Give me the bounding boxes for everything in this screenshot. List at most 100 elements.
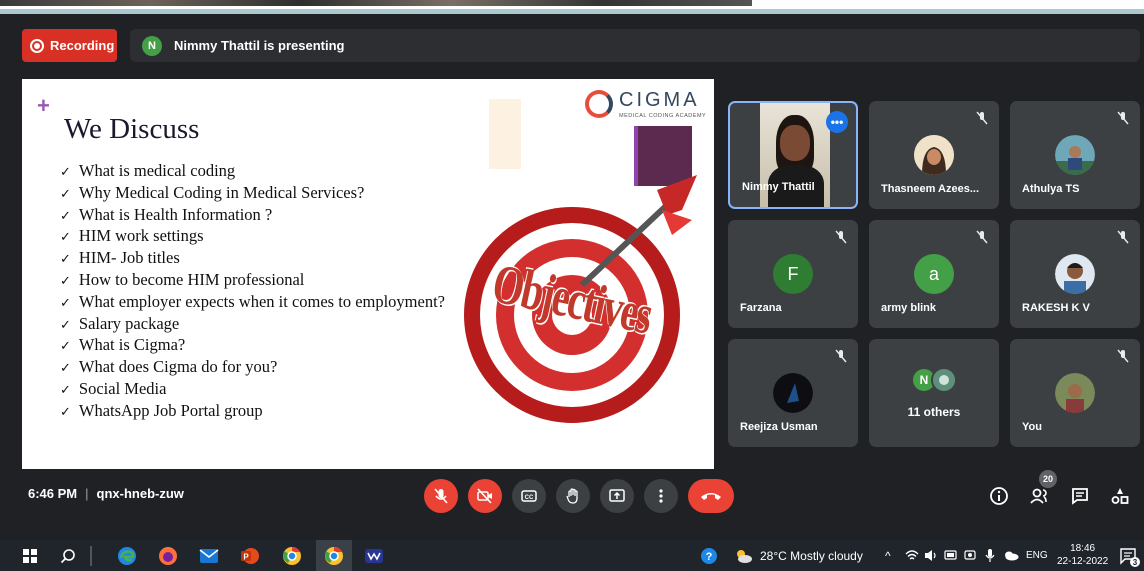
raise-hand-button[interactable]	[556, 479, 590, 513]
taskbar-powerpoint[interactable]: P	[240, 546, 260, 566]
svg-text:CC: CC	[525, 495, 534, 501]
taskbar-search-button[interactable]	[58, 546, 78, 566]
slide-topic: What is medical coding	[60, 161, 445, 183]
meeting-code: qnx-hneb-zuw	[96, 486, 184, 501]
plus-decoration-icon: +	[37, 93, 50, 118]
taskbar-mail[interactable]	[199, 546, 219, 566]
wifi-icon[interactable]	[905, 549, 919, 562]
participant-tile-thasneem[interactable]: Thasneem Azees...	[869, 101, 999, 209]
volume-icon[interactable]	[924, 549, 938, 562]
meeting-details-button[interactable]	[987, 484, 1011, 508]
camera-tray-icon[interactable]	[964, 549, 976, 562]
taskbar-chrome-active[interactable]	[316, 540, 352, 571]
more-vert-icon	[659, 489, 663, 503]
microphone-tray-icon[interactable]	[984, 548, 996, 563]
meeting-info-separator: |	[85, 486, 89, 501]
slide-topic: WhatsApp Job Portal group	[60, 401, 445, 423]
people-icon	[1030, 488, 1047, 504]
language-indicator[interactable]: ENG	[1026, 550, 1048, 561]
top-photo-strip	[0, 0, 752, 6]
taskbar-firefox[interactable]	[158, 546, 178, 566]
others-avatar-stack: N	[911, 367, 957, 393]
slide-topic: Salary package	[60, 314, 445, 336]
more-options-button[interactable]	[644, 479, 678, 513]
weather-tray-icon[interactable]	[733, 546, 753, 566]
taskbar-app[interactable]	[364, 546, 384, 566]
recording-label: Recording	[50, 38, 115, 53]
more-options-icon[interactable]: •••	[826, 111, 848, 133]
raise-hand-icon	[566, 488, 578, 504]
participant-name: Athulya TS	[1022, 183, 1080, 195]
leave-call-button[interactable]	[688, 479, 734, 513]
presenter-avatar: N	[142, 35, 162, 56]
windows-taskbar: P ? 28°C Mostly cloudy ^ ENG 18:46 22-12…	[0, 540, 1144, 571]
participant-tile-you[interactable]: You	[1010, 339, 1140, 447]
camera-off-icon	[477, 488, 492, 504]
cigma-logo: CIGMA MEDICAL CODING ACADEMY	[585, 89, 709, 129]
taskbar-clock[interactable]: 18:46 22-12-2022	[1057, 542, 1108, 568]
participant-tile-others[interactable]: N 11 others	[869, 339, 999, 447]
meeting-info: 6:46 PM | qnx-hneb-zuw	[28, 486, 184, 501]
onedrive-icon[interactable]	[1003, 550, 1019, 561]
notification-center-button[interactable]: 3	[1118, 546, 1140, 567]
camera-toggle-button[interactable]	[468, 479, 502, 513]
participant-tile-nimmy[interactable]: ••• Nimmy Thattil	[728, 101, 858, 209]
mic-off-icon	[1117, 111, 1129, 125]
captions-button[interactable]: CC	[512, 479, 546, 513]
edge-icon	[118, 547, 136, 565]
info-icon	[990, 487, 1008, 505]
powerpoint-icon: P	[241, 548, 259, 564]
chat-button[interactable]	[1068, 484, 1092, 508]
taskbar-chrome[interactable]	[282, 546, 302, 566]
participant-tile-army-blink[interactable]: a army blink	[869, 220, 999, 328]
participant-photo	[1055, 373, 1095, 413]
slide-topic: What is Cigma?	[60, 335, 445, 357]
meeting-control-bar: 6:46 PM | qnx-hneb-zuw CC 20	[0, 470, 1144, 526]
taskbar-divider	[90, 546, 92, 566]
chrome-icon	[283, 547, 301, 565]
presenting-banner: N Nimmy Thattil is presenting	[130, 29, 1140, 62]
participant-tile-farzana[interactable]: F Farzana	[728, 220, 858, 328]
cigma-logo-name: CIGMA	[619, 89, 700, 111]
participant-photo	[1055, 135, 1095, 175]
help-tray-icon[interactable]: ?	[699, 546, 719, 566]
clock-time: 18:46	[1070, 543, 1096, 554]
clock-date: 22-12-2022	[1057, 556, 1109, 567]
participant-name: You	[1022, 421, 1042, 433]
mic-off-icon	[976, 111, 988, 125]
mic-off-icon	[835, 230, 847, 244]
mic-off-icon	[434, 488, 448, 504]
participant-name: Thasneem Azees...	[881, 183, 980, 195]
slide-decoration-block	[489, 99, 521, 169]
objectives-target-graphic: Objectives	[462, 165, 702, 425]
present-screen-button[interactable]	[600, 479, 634, 513]
participant-photo	[914, 135, 954, 175]
weather-text[interactable]: 28°C Mostly cloudy	[760, 549, 863, 563]
svg-text:?: ?	[706, 551, 713, 563]
activities-button[interactable]	[1108, 484, 1132, 508]
participant-tile-rakesh[interactable]: RAKESH K V	[1010, 220, 1140, 328]
record-icon	[30, 38, 44, 53]
participant-photo	[1055, 254, 1095, 294]
participant-name: Nimmy Thattil	[742, 181, 815, 193]
windows-start-button[interactable]	[20, 546, 40, 566]
meet-window: Recording N Nimmy Thattil is presenting …	[0, 14, 1144, 540]
firefox-icon	[159, 547, 177, 565]
tray-overflow-icon[interactable]: ^	[885, 549, 891, 563]
search-icon	[60, 549, 75, 564]
others-photo-avatar	[931, 367, 957, 393]
battery-icon[interactable]	[944, 550, 958, 561]
presenting-text: Nimmy Thattil is presenting	[174, 38, 345, 53]
mic-toggle-button[interactable]	[424, 479, 458, 513]
slide-topic: What does Cigma do for you?	[60, 357, 445, 379]
slide-topic: HIM work settings	[60, 226, 445, 248]
participant-tile-athulya[interactable]: Athulya TS	[1010, 101, 1140, 209]
notification-count-badge: 3	[1130, 557, 1140, 567]
participant-tile-reejiza[interactable]: Reejiza Usman	[728, 339, 858, 447]
participant-name: Reejiza Usman	[740, 421, 818, 433]
mail-icon	[199, 549, 219, 563]
taskbar-edge[interactable]	[117, 546, 137, 566]
present-screen-icon	[609, 489, 625, 502]
recording-button[interactable]: Recording	[22, 29, 117, 62]
people-button[interactable]	[1028, 484, 1052, 508]
